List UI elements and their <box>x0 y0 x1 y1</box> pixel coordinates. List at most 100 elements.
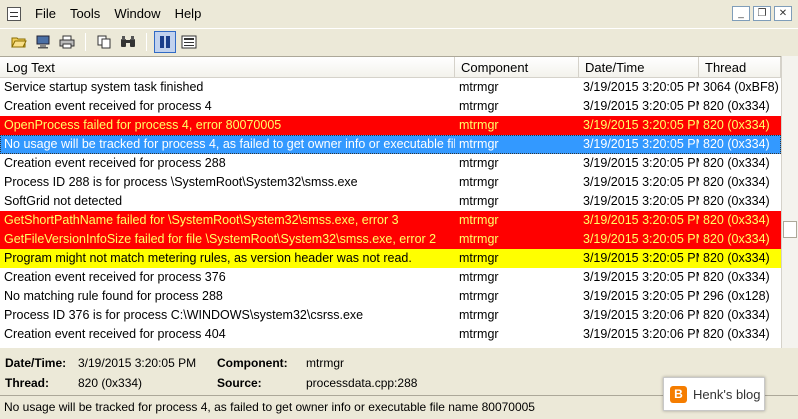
component-cell: mtrmgr <box>459 289 499 303</box>
single-view-icon[interactable] <box>178 31 200 53</box>
datetime-cell: 3/19/2015 3:20:05 PM <box>583 213 699 227</box>
log-text-cell: OpenProcess failed for process 4, error … <box>4 118 282 132</box>
copy-icon[interactable] <box>93 31 115 53</box>
datetime-cell: 3/19/2015 3:20:05 PM <box>583 99 699 113</box>
column-header-thread[interactable]: Thread <box>699 57 781 77</box>
table-row[interactable]: Creation event received for process 404 m… <box>0 325 781 344</box>
column-header-datetime[interactable]: Date/Time <box>579 57 699 77</box>
thread-cell: 296 (0x128) <box>703 289 770 303</box>
component-cell: mtrmgr <box>459 251 499 265</box>
column-header-component[interactable]: Component <box>455 57 579 77</box>
close-button[interactable]: ✕ <box>774 6 792 21</box>
table-row[interactable]: Process ID 376 is for process C:\WINDOWS… <box>0 306 781 325</box>
open-icon[interactable] <box>8 31 30 53</box>
toolbar <box>0 28 798 54</box>
log-text-cell: GetShortPathName failed for \SystemRoot\… <box>4 213 399 227</box>
toolbar-separator <box>85 32 86 51</box>
table-row[interactable]: Creation event received for process 4 mtr… <box>0 97 781 116</box>
table-row[interactable]: Process ID 288 is for process \SystemRoo… <box>0 173 781 192</box>
table-row[interactable]: No matching rule found for process 288 mt… <box>0 287 781 306</box>
thread-cell: 820 (0x334) <box>703 118 770 132</box>
table-row[interactable]: SoftGrid not detected mtrmgr 3/19/2015 3:2… <box>0 192 781 211</box>
thread-cell: 820 (0x334) <box>703 308 770 322</box>
component-cell: mtrmgr <box>459 137 499 151</box>
component-cell: mtrmgr <box>459 175 499 189</box>
app-log-icon[interactable] <box>7 7 21 21</box>
datetime-cell: 3/19/2015 3:20:05 PM <box>583 289 699 303</box>
table-row[interactable]: Service startup system task finished mtrm… <box>0 78 781 97</box>
component-cell: mtrmgr <box>459 270 499 284</box>
datetime-cell: 3/19/2015 3:20:05 PM <box>583 118 699 132</box>
menu-tools[interactable]: Tools <box>63 0 107 28</box>
datetime-value: 3/19/2015 3:20:05 PM <box>78 356 197 370</box>
computer-icon[interactable] <box>32 31 54 53</box>
find-icon[interactable] <box>117 31 139 53</box>
datetime-cell: 3/19/2015 3:20:05 PM <box>583 156 699 170</box>
component-cell: mtrmgr <box>459 156 499 170</box>
datetime-cell: 3/19/2015 3:20:06 PM <box>583 308 699 322</box>
log-text-cell: No matching rule found for process 288 <box>4 289 223 303</box>
log-text-cell: Creation event received for process 4 <box>4 99 212 113</box>
vertical-scrollbar[interactable] <box>781 56 798 348</box>
blogger-icon: B <box>670 385 687 403</box>
menu-bar: File Tools Window Help _ ❐ ✕ <box>0 0 798 28</box>
datetime-cell: 3/19/2015 3:20:06 PM <box>583 327 699 341</box>
menu-file[interactable]: File <box>28 0 63 28</box>
datetime-cell: 3/19/2015 3:20:05 PM <box>583 137 699 151</box>
table-row[interactable]: GetShortPathName failed for \SystemRoot\… <box>0 211 781 230</box>
component-cell: mtrmgr <box>459 99 499 113</box>
log-text-cell: Creation event received for process 404 <box>4 327 226 341</box>
component-value: mtrmgr <box>306 356 344 370</box>
thread-cell: 3064 (0xBF8) <box>703 80 779 94</box>
source-label: Source: <box>217 376 262 390</box>
log-text-cell: Process ID 376 is for process C:\WINDOWS… <box>4 308 364 322</box>
log-text-cell: SoftGrid not detected <box>4 194 123 208</box>
log-grid: Log Text Component Date/Time Thread Serv… <box>0 56 781 348</box>
table-row[interactable]: No usage will be tracked for process 4, … <box>0 135 781 154</box>
menu-help[interactable]: Help <box>168 0 209 28</box>
datetime-cell: 3/19/2015 3:20:05 PM <box>583 270 699 284</box>
table-row[interactable]: Creation event received for process 376 m… <box>0 268 781 287</box>
datetime-label: Date/Time: <box>5 356 67 370</box>
window-controls: _ ❐ ✕ <box>732 6 792 21</box>
thread-cell: 820 (0x334) <box>703 175 770 189</box>
datetime-cell: 3/19/2015 3:20:05 PM <box>583 175 699 189</box>
thread-value: 820 (0x334) <box>78 376 143 390</box>
print-icon[interactable] <box>56 31 78 53</box>
table-row[interactable]: Program might not match metering rules, … <box>0 249 781 268</box>
datetime-cell: 3/19/2015 3:20:05 PM <box>583 232 699 246</box>
restore-button[interactable]: ❐ <box>753 6 771 21</box>
component-cell: mtrmgr <box>459 213 499 227</box>
datetime-cell: 3/19/2015 3:20:05 PM <box>583 80 699 94</box>
grid-body: Service startup system task finished mtrm… <box>0 78 781 344</box>
component-cell: mtrmgr <box>459 118 499 132</box>
thread-cell: 820 (0x334) <box>703 213 770 227</box>
datetime-cell: 3/19/2015 3:20:05 PM <box>583 251 699 265</box>
component-cell: mtrmgr <box>459 232 499 246</box>
scrollbar-thumb[interactable] <box>783 221 797 238</box>
component-cell: mtrmgr <box>459 327 499 341</box>
blog-badge[interactable]: B Henk's blog <box>663 377 765 411</box>
thread-label: Thread: <box>5 376 50 390</box>
thread-cell: 820 (0x334) <box>703 327 770 341</box>
thread-cell: 820 (0x334) <box>703 251 770 265</box>
toolbar-separator <box>146 32 147 51</box>
table-row[interactable]: OpenProcess failed for process 4, error … <box>0 116 781 135</box>
thread-cell: 820 (0x334) <box>703 232 770 246</box>
log-text-cell: Program might not match metering rules, … <box>4 251 412 265</box>
log-text-cell: Creation event received for process 288 <box>4 156 226 170</box>
menu-window[interactable]: Window <box>107 0 167 28</box>
table-row[interactable]: GetFileVersionInfoSize failed for file \… <box>0 230 781 249</box>
table-row[interactable]: Creation event received for process 288 m… <box>0 154 781 173</box>
component-cell: mtrmgr <box>459 308 499 322</box>
minimize-button[interactable]: _ <box>732 6 750 21</box>
column-header-log-text[interactable]: Log Text <box>0 57 455 77</box>
source-value: processdata.cpp:288 <box>306 376 418 390</box>
grid-header: Log Text Component Date/Time Thread <box>0 57 781 78</box>
component-cell: mtrmgr <box>459 80 499 94</box>
log-text-cell: No usage will be tracked for process 4, … <box>4 137 455 151</box>
blog-badge-text: Henk's blog <box>693 386 761 402</box>
log-text-cell: Process ID 288 is for process \SystemRoo… <box>4 175 358 189</box>
thread-cell: 820 (0x334) <box>703 137 770 151</box>
split-view-icon[interactable] <box>154 30 176 53</box>
